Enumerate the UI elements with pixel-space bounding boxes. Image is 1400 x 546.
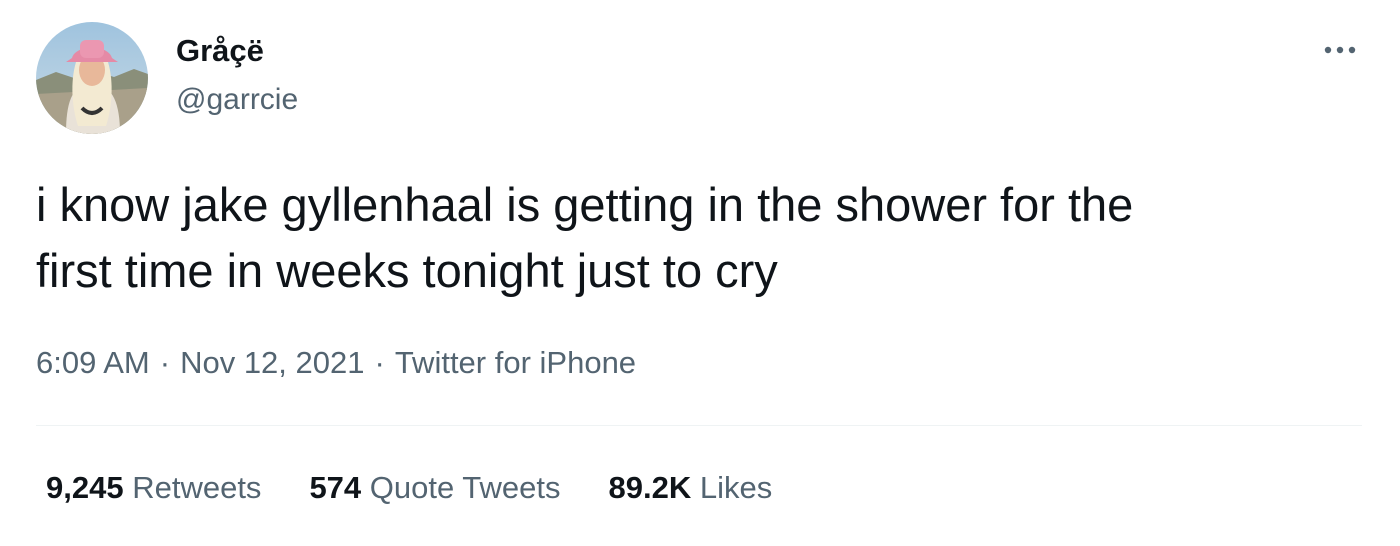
tweet-meta: 6:09 AM · Nov 12, 2021 · Twitter for iPhone xyxy=(36,344,636,382)
retweets-label: Retweets xyxy=(132,470,262,505)
meta-separator: · xyxy=(159,345,171,380)
tweet-source[interactable]: Twitter for iPhone xyxy=(395,345,636,380)
tweet-date[interactable]: Nov 12, 2021 xyxy=(180,345,364,380)
display-name[interactable]: Gråçë xyxy=(176,32,264,70)
likes-count: 89.2K xyxy=(608,470,692,505)
quote-tweets-label: Quote Tweets xyxy=(369,470,561,505)
retweets-stat[interactable]: 9,245 Retweets xyxy=(46,469,261,507)
tweet-card: Gråçë @garrcie i know jake gyllenhaal is… xyxy=(0,0,1400,546)
likes-label: Likes xyxy=(699,470,773,505)
tweet-stats: 9,245 Retweets 574 Quote Tweets 89.2K Li… xyxy=(46,469,820,507)
tweet-time[interactable]: 6:09 AM xyxy=(36,345,150,380)
profile-photo-icon xyxy=(36,22,148,134)
quote-tweets-count: 574 xyxy=(309,470,362,505)
avatar[interactable] xyxy=(36,22,148,134)
tweet-text: i know jake gyllenhaal is getting in the… xyxy=(36,178,1134,297)
retweets-count: 9,245 xyxy=(46,470,124,505)
user-handle[interactable]: @garrcie xyxy=(176,82,298,118)
quote-tweets-stat[interactable]: 574 Quote Tweets xyxy=(309,469,560,507)
meta-separator: · xyxy=(374,345,385,380)
likes-stat[interactable]: 89.2K Likes xyxy=(609,469,773,507)
more-options-icon xyxy=(1324,46,1356,54)
divider xyxy=(36,425,1362,426)
more-options-button[interactable] xyxy=(1318,36,1362,64)
